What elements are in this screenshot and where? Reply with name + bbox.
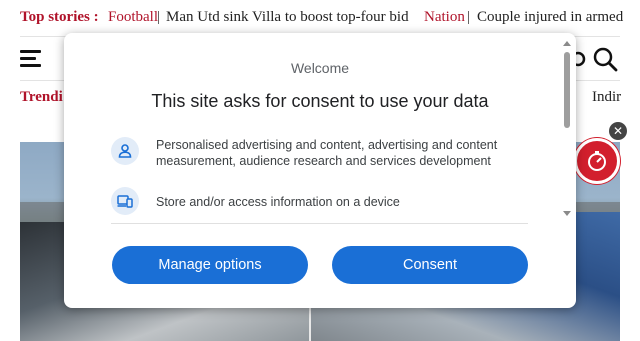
ticker-separator: | xyxy=(467,9,471,25)
person-icon xyxy=(111,137,139,165)
trending-item[interactable]: Indir xyxy=(592,89,621,106)
ad-badge[interactable] xyxy=(574,138,620,184)
stopwatch-icon xyxy=(588,151,606,171)
ticker-category-football[interactable]: Football xyxy=(108,9,158,26)
ticker-separator: | xyxy=(157,9,161,25)
dialog-welcome: Welcome xyxy=(290,60,350,76)
devices-icon xyxy=(111,187,139,215)
consent-button[interactable]: Consent xyxy=(332,246,528,284)
dialog-title: This site asks for consent to use your d… xyxy=(151,91,489,111)
purpose-text: Store and/or access information on a dev… xyxy=(156,195,400,209)
top-stories-ticker: Top stories : Football | Man Utd sink Vi… xyxy=(0,0,640,36)
ticker-category-nation[interactable]: Nation xyxy=(424,9,465,26)
ticker-headline[interactable]: Couple injured in armed xyxy=(477,9,623,26)
trending-label: Trendi xyxy=(20,89,63,105)
scroll-down-icon[interactable] xyxy=(562,210,572,218)
search-icon[interactable] xyxy=(592,46,618,72)
ticker-headline[interactable]: Man Utd sink Villa to boost top-four bid xyxy=(166,9,409,26)
manage-options-button[interactable]: Manage options xyxy=(112,246,308,284)
ad-close-icon[interactable]: ✕ xyxy=(609,122,627,140)
scroll-up-icon[interactable] xyxy=(562,39,572,47)
consent-dialog: Welcome This site asks for consent to us… xyxy=(64,33,576,308)
ticker-label: Top stories : xyxy=(20,9,99,25)
scrollbar-thumb[interactable] xyxy=(564,52,570,128)
purpose-text: Personalised advertising and content, ad… xyxy=(156,138,498,168)
dialog-divider xyxy=(111,223,528,224)
menu-icon[interactable] xyxy=(20,50,41,67)
